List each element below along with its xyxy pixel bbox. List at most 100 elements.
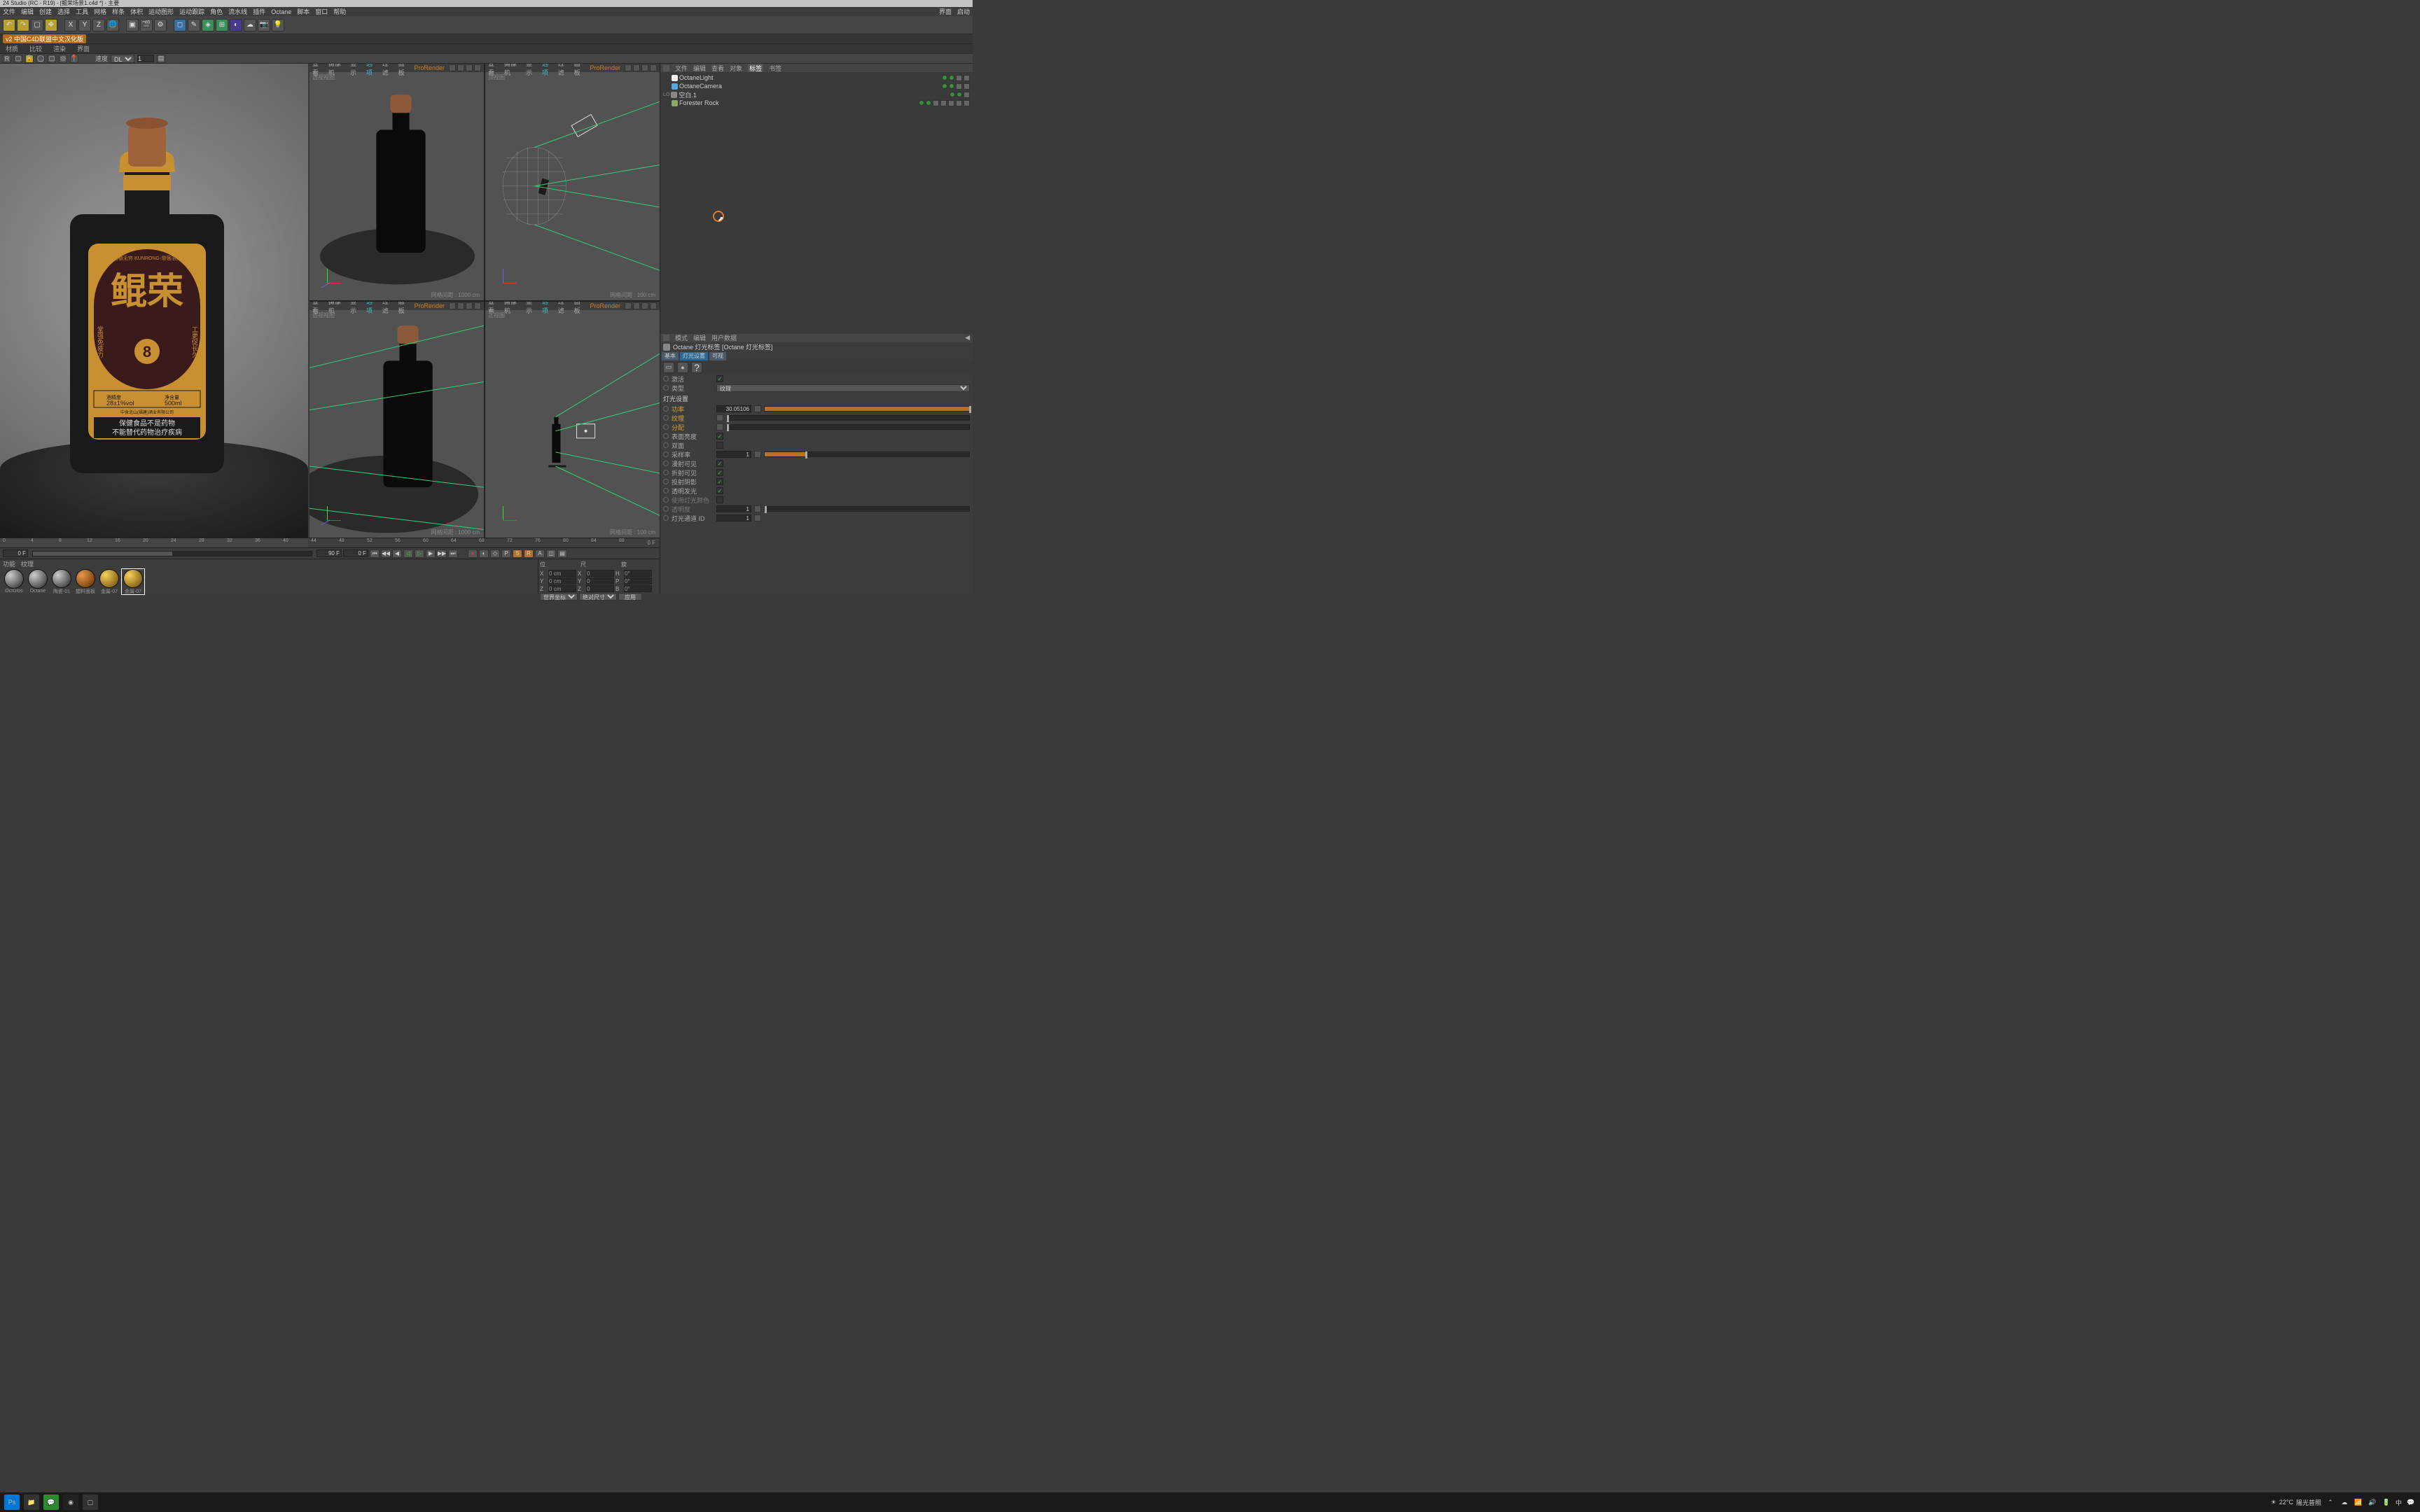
subtab-layout[interactable]: 界面: [74, 44, 92, 53]
checkbox[interactable]: [716, 496, 723, 503]
slider[interactable]: [726, 424, 970, 430]
toggle-dope-icon[interactable]: ▤: [557, 550, 567, 558]
ime-indicator[interactable]: 中: [2395, 1498, 2402, 1507]
menu-tracker[interactable]: 运动跟踪: [179, 7, 204, 16]
checkbox[interactable]: ✓: [716, 460, 723, 467]
mat-tab-texture[interactable]: 纹理: [21, 559, 34, 568]
coord-sys-icon[interactable]: 🌐: [106, 19, 119, 31]
menu-create[interactable]: 创建: [39, 7, 52, 16]
coord-apply-button[interactable]: 应用: [618, 593, 642, 601]
render-settings-icon[interactable]: ⚙: [154, 19, 167, 31]
tray-cloud-icon[interactable]: ☁: [2339, 1497, 2349, 1507]
filter-stepper-icon[interactable]: ▤: [157, 55, 165, 63]
render-pv-icon[interactable]: 🎬: [140, 19, 153, 31]
object-tag-icon[interactable]: [933, 100, 939, 106]
menu-script[interactable]: 脚本: [297, 7, 310, 16]
menu-layout[interactable]: 界面: [939, 7, 952, 16]
light-icon[interactable]: 💡: [272, 19, 284, 31]
num-input[interactable]: [716, 514, 751, 522]
coord-z[interactable]: [548, 585, 576, 592]
help-icon[interactable]: ?: [691, 362, 702, 373]
timeline[interactable]: 0481216202428323640444852566064687276808…: [0, 538, 660, 547]
param-anim-icon[interactable]: [663, 506, 669, 512]
num-input[interactable]: [716, 451, 751, 458]
object-tag-icon[interactable]: [964, 83, 970, 90]
visibility-editor-dot[interactable]: [919, 100, 924, 106]
filter-value-input[interactable]: [137, 55, 154, 62]
menu-mograph[interactable]: 运动图形: [148, 7, 174, 16]
material-5[interactable]: 金属-07: [122, 569, 144, 594]
scale-y[interactable]: [586, 578, 614, 584]
cn-localization-tab[interactable]: v2 中国C4D联盟中文汉化版: [3, 34, 86, 43]
param-anim-icon[interactable]: [663, 376, 669, 382]
key-scale-icon[interactable]: S: [513, 550, 522, 558]
vp-nav-3-icon[interactable]: [466, 64, 473, 71]
photoshop-icon[interactable]: Ps: [4, 1494, 20, 1510]
viewport-persp-2[interactable]: 查看摄像机显示选项过滤面板ProRender 透视视图: [310, 302, 484, 538]
dropdown-icon[interactable]: [716, 424, 723, 430]
checkbox[interactable]: ✓: [716, 375, 723, 382]
param-anim-icon[interactable]: [663, 515, 669, 521]
subtab-render[interactable]: 渲染: [50, 44, 69, 53]
param-anim-icon[interactable]: [663, 424, 669, 430]
menu-volume[interactable]: 体积: [130, 7, 143, 16]
stepper-icon[interactable]: [754, 405, 761, 412]
key-param-icon[interactable]: A: [535, 550, 545, 558]
viewport-persp-1[interactable]: 查看 摄像机 显示 选项 过滤 面板 ProRender 透视视图: [310, 64, 484, 300]
checkbox[interactable]: ✓: [716, 487, 723, 494]
om-tags[interactable]: 标签: [748, 64, 763, 73]
subtab-material[interactable]: 材质: [3, 44, 21, 53]
object-tree[interactable]: OctaneLightOctaneCameraLO空白.1Forester Ro…: [660, 72, 973, 114]
menu-character[interactable]: 角色: [210, 7, 223, 16]
om-bookmarks[interactable]: 书签: [769, 64, 781, 73]
slider[interactable]: [764, 506, 970, 512]
material-0[interactable]: OctGlos: [3, 569, 25, 594]
object-tag-icon[interactable]: [964, 75, 970, 81]
vp-nav-1-icon[interactable]: [449, 64, 456, 71]
axis-y-icon[interactable]: Y: [78, 19, 91, 31]
filter-mode-select[interactable]: DL: [111, 55, 134, 63]
visibility-render-dot[interactable]: [926, 100, 931, 106]
stepper-icon[interactable]: [754, 505, 761, 512]
environment-icon[interactable]: ☁: [244, 19, 256, 31]
slider[interactable]: [764, 451, 970, 457]
checkbox[interactable]: [716, 442, 723, 449]
viewport-top[interactable]: 查看摄像机显示选项过滤面板ProRender 顶视图: [485, 64, 660, 300]
material-1[interactable]: Octane: [27, 569, 49, 594]
object-row-OctaneCamera[interactable]: OctaneCamera: [663, 82, 970, 90]
object-tag-icon[interactable]: [964, 92, 970, 98]
filter-t-icon[interactable]: ▢: [14, 55, 22, 63]
record-icon[interactable]: ●: [468, 550, 478, 558]
param-anim-icon[interactable]: [663, 385, 669, 391]
goto-end-icon[interactable]: ⏭: [448, 550, 458, 558]
coord-mode-1[interactable]: 世界坐标: [540, 593, 578, 601]
param-anim-icon[interactable]: [663, 433, 669, 439]
vp-nav-2-icon[interactable]: [457, 64, 464, 71]
spline-pen-icon[interactable]: ✎: [188, 19, 200, 31]
undo-icon[interactable]: ↶: [3, 19, 15, 31]
key-sel-icon[interactable]: ◇: [490, 550, 500, 558]
visibility-editor-dot[interactable]: [942, 75, 947, 80]
tray-up-icon[interactable]: ⌃: [2325, 1497, 2335, 1507]
viewport-front[interactable]: 查看摄像机显示选项过滤面板ProRender 正视图: [485, 302, 660, 538]
vp-nav-4-icon[interactable]: [474, 64, 481, 71]
prev-key-icon[interactable]: ◀◀: [381, 550, 391, 558]
param-anim-icon[interactable]: [663, 406, 669, 412]
key-rot-icon[interactable]: R: [524, 550, 534, 558]
subdiv-icon[interactable]: ◈: [202, 19, 214, 31]
menu-spline[interactable]: 样条: [112, 7, 125, 16]
object-manager-space[interactable]: ⬈: [660, 114, 973, 334]
attr-tab-灯光设置[interactable]: 灯光设置: [680, 352, 708, 360]
rot-p[interactable]: [624, 578, 652, 584]
filter-sphere-icon[interactable]: ◯: [36, 55, 45, 63]
param-anim-icon[interactable]: [663, 451, 669, 457]
cube-primitive-icon[interactable]: ◻: [174, 19, 186, 31]
camera-icon[interactable]: 📷: [258, 19, 270, 31]
tray-notif-icon[interactable]: 💬: [2406, 1497, 2416, 1507]
visibility-render-dot[interactable]: [949, 83, 954, 89]
filter-r-icon[interactable]: R: [3, 55, 11, 63]
param-anim-icon[interactable]: [663, 470, 669, 475]
om-object[interactable]: 对象: [730, 64, 742, 73]
mat-tab-function[interactable]: 功能: [3, 559, 15, 568]
am-userdata[interactable]: 用户数据: [711, 333, 737, 342]
